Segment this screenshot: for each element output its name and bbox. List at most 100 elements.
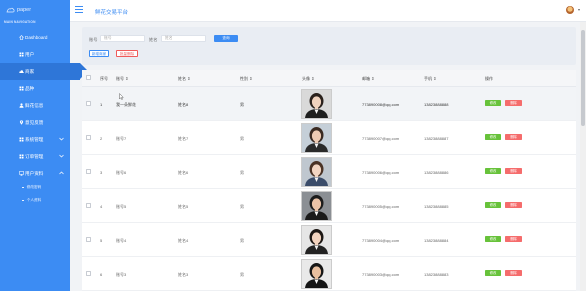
cell-index: 5 xyxy=(100,237,103,243)
sidebar-item[interactable]: 品种 xyxy=(0,80,70,97)
sidebar-item[interactable]: 订单管理 xyxy=(0,148,70,165)
edit-button[interactable]: 修改 xyxy=(485,236,501,242)
cell-name: 姓名7 xyxy=(178,135,189,141)
sidebar-item[interactable]: 系统管理 xyxy=(0,131,70,148)
sidebar-item[interactable]: Dashboard xyxy=(0,29,70,46)
scrollbar[interactable] xyxy=(580,22,586,291)
column-header-name[interactable]: 姓名 ⇕ xyxy=(178,76,190,82)
column-header-actions: 操作 xyxy=(485,76,493,81)
chevron-down-icon[interactable] xyxy=(578,9,580,11)
edit-button[interactable]: 修改 xyxy=(485,168,501,174)
sidebar-item-label: 品种 xyxy=(25,85,35,91)
avatar-photo xyxy=(301,191,332,221)
cell-account: 账号6 xyxy=(116,169,127,175)
table-row[interactable]: 2 账号7 姓名7 男 773890007@qq.com 13823888887 修改 删除 xyxy=(82,121,576,155)
sidebar-subitem-label: 个人资料 xyxy=(26,198,42,202)
avatar-photo xyxy=(301,259,332,289)
delete-button[interactable]: 删除 xyxy=(505,270,522,276)
avatar-photo xyxy=(301,225,332,255)
edit-button[interactable]: 修改 xyxy=(485,134,501,140)
sidebar-subitem[interactable]: 修改密码 xyxy=(22,183,41,192)
edit-button[interactable]: 修改 xyxy=(485,100,501,106)
chevron-up-icon xyxy=(59,171,64,176)
cell-name: 姓名3 xyxy=(178,271,189,277)
table-row[interactable]: 1 我一朵鲜花 姓名8 男 773890008@qq.com 13823888888 修改删… xyxy=(82,87,576,121)
cloud-icon xyxy=(19,69,24,75)
select-all-checkbox[interactable] xyxy=(86,75,91,80)
cell-account: 账号4 xyxy=(116,237,127,243)
scrollbar-thumb[interactable] xyxy=(581,30,585,126)
name-input[interactable]: 姓名 xyxy=(161,35,206,42)
edit-button[interactable]: 修改 xyxy=(485,202,501,208)
cell-index: 3 xyxy=(100,169,103,175)
row-checkbox[interactable] xyxy=(86,169,91,174)
cell-name: 姓名6 xyxy=(178,169,189,175)
sidebar-item-label: 用户 xyxy=(25,51,35,57)
cell-account: 我一朵鲜花 xyxy=(116,101,136,107)
cell-index: 2 xyxy=(100,135,103,141)
sidebar-item[interactable]: 商家 xyxy=(0,63,88,80)
column-header-phone[interactable]: 手机 ⇕ xyxy=(424,76,436,82)
sidebar: paper MAIN NAVIGATION Dashboard 用户商家品种鲜花信… xyxy=(0,0,88,291)
cell-gender: 男 xyxy=(240,169,244,175)
column-header-label: 邮箱 xyxy=(362,76,370,81)
topbar: 鲜花交易平台 xyxy=(70,0,586,22)
cell-email: 773890008@qq.com xyxy=(362,101,400,107)
cell-account: 账号7 xyxy=(116,135,127,141)
sidebar-item[interactable]: 用户资料 xyxy=(0,165,70,182)
chevron-down-icon xyxy=(59,154,64,159)
cell-account: 账号5 xyxy=(116,203,127,209)
logo-text: paper xyxy=(17,7,32,13)
table-row[interactable]: 4 账号5 姓名5 男 773890005@qq.com 13823888885 修改 删除 xyxy=(82,189,576,223)
sidebar-subitem[interactable]: 个人资料 xyxy=(22,196,41,205)
table-row[interactable]: 3 账号6 姓名6 男 773890006@qq.com 13823888886 修改 删除 xyxy=(82,155,576,189)
column-header-label: 账号 xyxy=(116,76,124,81)
mouse-cursor-icon xyxy=(119,93,124,100)
delete-button[interactable]: 删除 xyxy=(505,100,522,106)
table-row[interactable]: 6 账号3 姓名3 男 773890003@qq.com 13823888883 修改 删除 xyxy=(82,257,576,291)
cell-name: 姓名5 xyxy=(178,203,189,209)
cell-email: 773890007@qq.com xyxy=(362,135,400,141)
table-row[interactable]: 5 账号4 姓名4 男 773890004@qq.com 13823888884 修改 删除 xyxy=(82,223,576,257)
delete-button[interactable]: 删除 xyxy=(505,168,522,174)
logo: paper xyxy=(6,6,31,14)
cell-index: 6 xyxy=(100,271,103,277)
grid-icon xyxy=(19,86,24,92)
column-header-account[interactable]: 账号 ⇕ xyxy=(116,76,128,82)
hamburger-menu-icon[interactable] xyxy=(75,6,83,14)
cell-gender: 男 xyxy=(240,135,244,141)
column-header-email[interactable]: 邮箱 ⇕ xyxy=(362,76,374,82)
cell-phone: 13823888885 xyxy=(424,203,449,209)
sidebar-item-label: 鲜花信息 xyxy=(25,102,44,108)
column-header-avatar[interactable]: 头像 ⇕ xyxy=(302,76,314,82)
column-header-gender[interactable]: 性别 ⇕ xyxy=(240,76,252,82)
sidebar-item-label: 意见反馈 xyxy=(25,119,44,125)
cell-gender: 男 xyxy=(240,101,244,107)
avatar[interactable] xyxy=(566,6,574,14)
edit-button[interactable]: 修改 xyxy=(485,270,501,276)
delete-button[interactable]: 删除 xyxy=(505,134,522,140)
cell-phone: 13823888888 xyxy=(424,101,449,107)
batch-delete-button[interactable]: 批量删除 xyxy=(116,50,138,57)
row-checkbox[interactable] xyxy=(86,271,91,276)
row-checkbox[interactable] xyxy=(86,135,91,140)
account-input[interactable]: 账号 xyxy=(100,35,145,42)
nav-header: MAIN NAVIGATION xyxy=(4,20,36,24)
cell-index: 4 xyxy=(100,203,103,209)
sidebar-item[interactable]: 鲜花信息 xyxy=(0,97,70,114)
user-icon xyxy=(19,103,24,109)
delete-button[interactable]: 删除 xyxy=(505,236,522,242)
row-checkbox[interactable] xyxy=(86,203,91,208)
column-header-label: 手机 xyxy=(424,76,432,81)
delete-button[interactable]: 删除 xyxy=(505,202,522,208)
cell-phone: 13823888884 xyxy=(424,237,449,243)
sidebar-item[interactable]: 意见反馈 xyxy=(0,114,70,131)
query-button[interactable]: 查询 xyxy=(214,35,238,42)
sidebar-item[interactable]: 用户 xyxy=(0,46,70,63)
row-checkbox[interactable] xyxy=(86,101,91,106)
cell-index: 1 xyxy=(100,101,103,107)
cell-email: 773890006@qq.com xyxy=(362,169,400,175)
row-checkbox[interactable] xyxy=(86,237,91,242)
cell-name: 姓名4 xyxy=(178,237,189,243)
add-merchant-button[interactable]: 新增商家 xyxy=(89,50,109,57)
